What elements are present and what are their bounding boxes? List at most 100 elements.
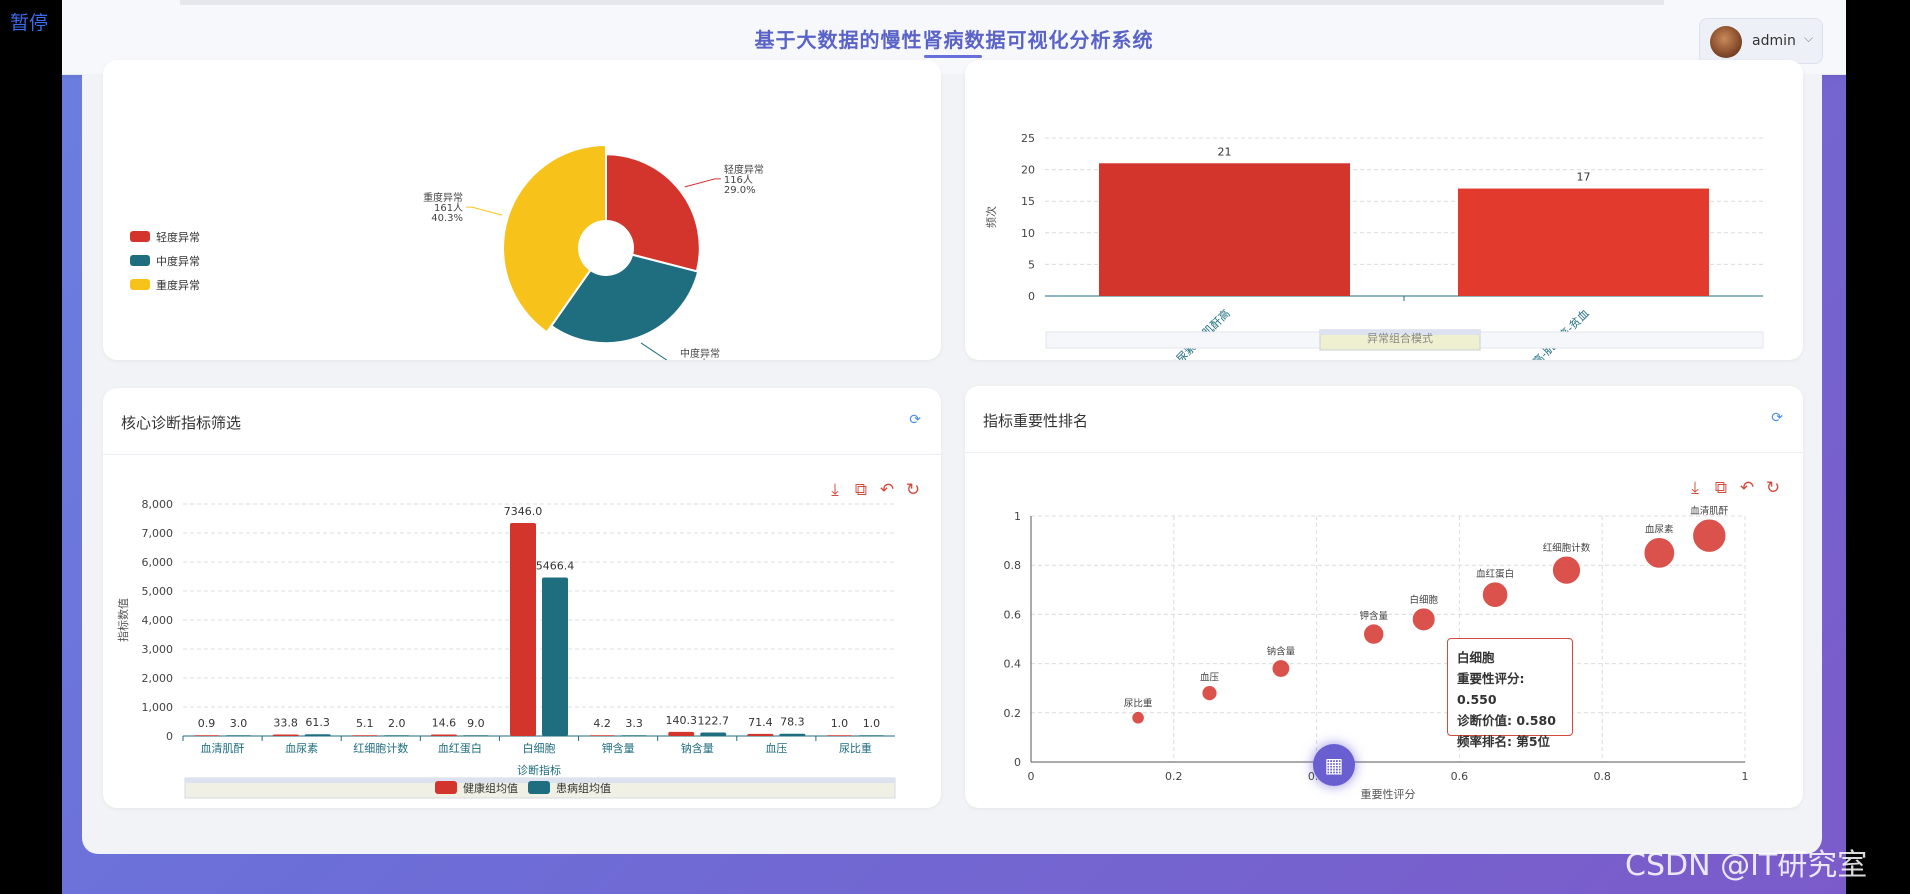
y-tick-label: 0.6 (1004, 608, 1022, 621)
x-tick-label: 1 (1742, 770, 1749, 783)
tooltip-line: 诊断价值: 0.580 (1457, 713, 1556, 728)
bar (779, 733, 806, 736)
card-importance-rank: 指标重要性排名 ⟳ ⤓ ⧉ ↶ ↻ 00.20.40.60.8100.20.40… (965, 386, 1803, 808)
scatter-point (1692, 518, 1727, 553)
pause-label[interactable]: 暂停 (10, 8, 48, 35)
bar (668, 731, 695, 736)
scatter-point (1131, 710, 1145, 725)
bar (747, 733, 774, 736)
legend-label: 健康组均值 (463, 781, 518, 795)
point-label: 血尿素 (1645, 524, 1674, 536)
bar-value-label: 9.0 (467, 717, 485, 730)
bar-value-label: 17 (1577, 171, 1591, 184)
y-tick-label: 7,000 (142, 527, 174, 540)
bar-value-label: 3.0 (230, 717, 248, 730)
x-tick-label: 尿比重 (839, 741, 872, 755)
bar (383, 735, 410, 736)
y-tick-label: 5 (1028, 258, 1035, 271)
scatter-point (1201, 685, 1218, 702)
card-core-filter: 核心诊断指标筛选 ⟳ ⤓ ⧉ ↶ ↻ 0 1,000 2,000 3,000 4,000… (103, 388, 941, 808)
bar (589, 735, 616, 736)
x-tick-label: 0.8 (1593, 770, 1611, 783)
legend-swatch (130, 279, 150, 290)
pie-label-line (640, 342, 678, 364)
point-label: 血压 (1200, 672, 1220, 684)
y-tick-label: 0.8 (1004, 559, 1022, 572)
y-tick-label: 3,000 (142, 643, 174, 656)
datazoom-label: 异常组合模式 (1367, 331, 1433, 345)
point-label: 红细胞计数 (1543, 542, 1591, 554)
scatter-point (1551, 555, 1582, 585)
page-title: 基于大数据的慢性肾病数据可视化分析系统 (754, 28, 1154, 52)
bar (1099, 163, 1350, 296)
y-axis-label: 指标数值 (116, 598, 130, 642)
bar-value-label: 3.3 (625, 717, 643, 730)
pie-label-percent: 29.0% (724, 185, 756, 196)
y-tick-label: 0.4 (1004, 658, 1022, 671)
point-label: 钠含量 (1267, 646, 1296, 658)
bar (700, 732, 727, 736)
x-tick-label: 钠含量 (681, 741, 714, 755)
x-axis-label: 诊断指标 (517, 763, 561, 777)
y-tick-label: 2,000 (142, 672, 174, 685)
x-tick-label: 血红蛋白 (438, 741, 482, 755)
y-tick-label: 15 (1021, 195, 1035, 208)
y-tick-label: 10 (1021, 227, 1035, 240)
bar-value-label: 33.8 (273, 717, 298, 730)
scatter-point (1643, 537, 1676, 569)
bar (510, 522, 536, 736)
y-tick-label: 25 (1021, 132, 1035, 145)
title-underline (924, 55, 982, 58)
y-tick-label: 0 (1014, 756, 1021, 769)
y-tick-label: 1 (1014, 510, 1021, 523)
x-tick-label: 红细胞计数 (353, 742, 408, 755)
bar (1458, 188, 1709, 296)
importance-scatter-chart: 00.20.40.60.8100.20.40.60.81重要性评分尿比重血压钠含… (1004, 505, 1749, 801)
bar (621, 735, 648, 736)
point-label: 血红蛋白 (1476, 568, 1514, 580)
pie-slice (605, 153, 701, 273)
bar (304, 734, 331, 736)
point-label: 钾含量 (1359, 610, 1388, 622)
y-tick-label: 0 (1028, 290, 1035, 303)
x-tick-label: 白细胞 (523, 741, 556, 755)
bar-value-label: 61.3 (305, 716, 330, 729)
user-menu[interactable]: admin ⌵ (1699, 18, 1823, 64)
bar-value-label: 122.7 (697, 714, 729, 727)
tooltip-title: 白细胞 (1457, 650, 1495, 665)
legend-label: 中度异常 (156, 254, 200, 268)
bar-value-label: 140.3 (665, 714, 697, 727)
legend-label: 重度异常 (156, 278, 200, 292)
y-tick-label: 6,000 (142, 556, 174, 569)
bar-value-label: 71.4 (748, 716, 773, 729)
scatter-point (1271, 659, 1291, 678)
bar (542, 577, 568, 736)
menu-fab-button[interactable]: ▦ (1313, 744, 1355, 786)
legend-swatch (130, 231, 150, 242)
x-tick-label: 血尿素 (285, 741, 318, 755)
x-tick-label: 血压 (765, 741, 787, 755)
bar (272, 734, 299, 736)
avatar (1710, 26, 1742, 58)
tooltip-line: 频率排名: 第5位 (1457, 734, 1551, 749)
pie-label-value: 123人 (680, 358, 709, 360)
point-label: 白细胞 (1409, 594, 1438, 606)
legend-swatch (130, 255, 150, 266)
pie-label-line (684, 178, 721, 188)
card-combination-bar: 0510152025频次21血尿素高-肌酐高17血尿素高-肌酐高-贫血异常组合模… (965, 60, 1803, 392)
x-tick-label: 血清肌酐 (201, 741, 245, 755)
scatter-point (1363, 623, 1385, 645)
x-tick-label: 0 (1028, 770, 1035, 783)
chart-tooltip: 白细胞 重要性评分: 0.550 诊断价值: 0.580 频率排名: 第5位 (1447, 638, 1573, 749)
grid-icon: ▦ (1324, 753, 1344, 777)
header-topline (180, 0, 1664, 5)
bar (462, 735, 489, 736)
y-tick-label: 8,000 (142, 498, 174, 511)
bar (430, 734, 457, 736)
bar-value-label: 5466.4 (536, 559, 575, 572)
bar-value-label: 0.9 (198, 717, 216, 730)
pie-label-percent: 40.3% (431, 213, 463, 224)
scatter-point (1481, 581, 1509, 609)
y-tick-label: 5,000 (142, 585, 174, 598)
bar-value-label: 7346.0 (504, 505, 543, 518)
